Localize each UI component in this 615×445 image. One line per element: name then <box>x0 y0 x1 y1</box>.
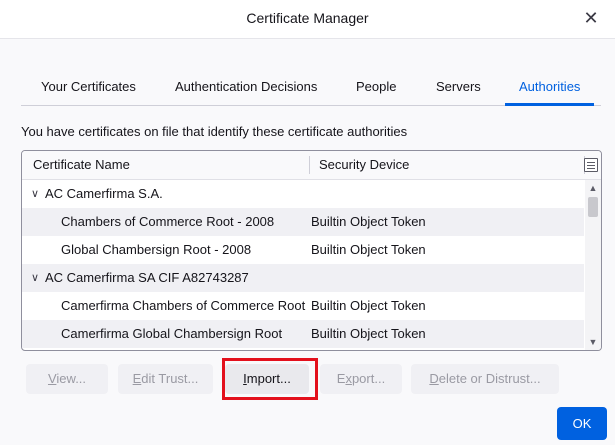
tree-rows: ∨ AC Camerfirma S.A. Chambers of Commerc… <box>22 180 584 350</box>
edit-trust-button[interactable]: Edit Trust... <box>118 364 213 394</box>
security-device: Builtin Object Token <box>311 214 426 229</box>
export-button[interactable]: Export... <box>320 364 402 394</box>
tab-authentication-decisions[interactable]: Authentication Decisions <box>175 70 317 104</box>
certificate-name: Camerfirma Chambers of Commerce Root <box>61 298 306 313</box>
vertical-scrollbar[interactable]: ▲ ▼ <box>585 180 601 350</box>
security-device: Builtin Object Token <box>311 298 426 313</box>
ok-button[interactable]: OK <box>557 407 607 440</box>
tab-authorities[interactable]: Authorities <box>504 70 595 106</box>
tree-group-row[interactable]: ∨ AC Camerfirma S.A. <box>22 180 584 208</box>
dialog-title: Certificate Manager <box>246 10 369 26</box>
tab-servers[interactable]: Servers <box>436 70 481 104</box>
security-device: Builtin Object Token <box>311 242 426 257</box>
tab-strip: Your Certificates Authentication Decisio… <box>21 70 601 106</box>
view-button[interactable]: View... <box>26 364 108 394</box>
column-separator[interactable] <box>309 156 310 174</box>
chevron-down-icon[interactable]: ∨ <box>31 264 41 292</box>
tab-your-certificates[interactable]: Your Certificates <box>41 70 136 104</box>
close-icon[interactable]: ✕ <box>580 7 602 29</box>
scroll-up-icon[interactable]: ▲ <box>585 181 601 195</box>
import-button[interactable]: Import... <box>225 364 309 394</box>
tab-people[interactable]: People <box>356 70 396 104</box>
chevron-down-icon[interactable]: ∨ <box>31 180 41 208</box>
column-picker-icon[interactable] <box>584 158 598 172</box>
authorities-description: You have certificates on file that ident… <box>21 124 408 139</box>
column-security-device[interactable]: Security Device <box>319 151 409 179</box>
certificate-name: Global Chambersign Root - 2008 <box>61 242 252 257</box>
table-row[interactable]: Global Chambersign Root - 2008 Builtin O… <box>22 236 584 264</box>
group-name: AC Camerfirma S.A. <box>45 186 163 201</box>
certificate-tree[interactable]: Certificate Name Security Device ∨ AC Ca… <box>21 150 602 351</box>
scroll-thumb[interactable] <box>588 197 598 217</box>
certificate-name: Camerfirma Global Chambersign Root <box>61 326 283 341</box>
tree-group-row[interactable]: ∨ AC Camerfirma SA CIF A82743287 <box>22 264 584 292</box>
certificate-name: Chambers of Commerce Root - 2008 <box>61 214 275 229</box>
title-bar: Certificate Manager ✕ <box>0 0 615 39</box>
table-row[interactable]: Camerfirma Chambers of Commerce Root Bui… <box>22 292 584 320</box>
column-certificate-name[interactable]: Certificate Name <box>33 151 130 179</box>
table-row[interactable]: Camerfirma Global Chambersign Root Built… <box>22 320 584 348</box>
table-row[interactable]: Chambers of Commerce Root - 2008 Builtin… <box>22 208 584 236</box>
group-name: AC Camerfirma SA CIF A82743287 <box>45 270 249 285</box>
scroll-down-icon[interactable]: ▼ <box>585 335 601 349</box>
delete-or-distrust-button[interactable]: Delete or Distrust... <box>411 364 559 394</box>
tree-header: Certificate Name Security Device <box>22 151 601 180</box>
security-device: Builtin Object Token <box>311 326 426 341</box>
